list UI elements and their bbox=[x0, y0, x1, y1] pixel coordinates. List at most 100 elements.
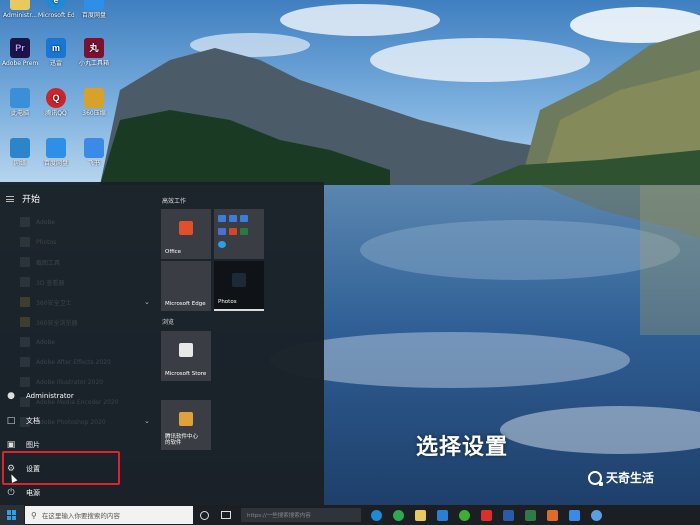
list-item[interactable]: Adobe bbox=[20, 332, 130, 352]
desktop-icon-baidu-netdisk-2[interactable]: 百度网盘 bbox=[38, 138, 74, 167]
desktop-icon-baidu-netdisk[interactable]: 百度网盘 bbox=[76, 0, 112, 19]
desktop-icon-this-pc[interactable]: 此电脑 bbox=[2, 88, 38, 117]
tile-tencent-app[interactable]: 腾讯软件中心 的软件 bbox=[161, 400, 211, 450]
edge-icon: e bbox=[46, 0, 66, 10]
taskbar-app-wps[interactable] bbox=[475, 505, 497, 525]
office-icon bbox=[179, 221, 193, 235]
start-menu-left-panel: 开始 Adobe Photos 截图工具 3D 查看器 360安全卫士 360安… bbox=[0, 182, 150, 505]
tutorial-caption: 选择设置 bbox=[416, 435, 509, 460]
taskbar-app-word[interactable] bbox=[497, 505, 519, 525]
network-icon bbox=[10, 138, 30, 158]
user-account-button[interactable]: ● Administrator bbox=[6, 387, 120, 405]
app-icon bbox=[546, 509, 558, 521]
list-item[interactable]: 360安全卫士 bbox=[20, 292, 130, 312]
app-icon bbox=[179, 412, 193, 426]
app-icon bbox=[568, 509, 580, 521]
hamburger-menu-icon[interactable] bbox=[6, 195, 14, 202]
app-icon bbox=[240, 228, 248, 235]
app-icon bbox=[229, 215, 237, 222]
folder-icon bbox=[20, 317, 30, 327]
app-icon bbox=[20, 377, 30, 387]
taskbar-app-store[interactable] bbox=[431, 505, 453, 525]
excel-icon bbox=[524, 509, 536, 521]
app-icon bbox=[229, 228, 237, 235]
list-item[interactable]: 360安全浏览器 bbox=[20, 312, 130, 332]
edge-icon bbox=[370, 509, 382, 521]
start-button[interactable] bbox=[0, 505, 24, 525]
picture-icon: ▣ bbox=[6, 440, 16, 450]
desktop-icon-qq[interactable]: Q 腾讯QQ bbox=[38, 88, 74, 117]
tile-office[interactable]: Office bbox=[161, 209, 211, 259]
desktop-icon-edge[interactable]: e Microsoft Edge bbox=[38, 0, 74, 19]
document-icon: □ bbox=[6, 416, 16, 426]
list-item[interactable]: 3D 查看器 bbox=[20, 272, 130, 292]
wechat-icon bbox=[458, 509, 470, 521]
windows-logo-icon bbox=[7, 510, 17, 520]
computer-icon bbox=[10, 88, 30, 108]
start-menu-title: 开始 bbox=[22, 195, 41, 205]
cortana-button[interactable] bbox=[193, 505, 215, 525]
taskbar-app-excel[interactable] bbox=[519, 505, 541, 525]
taskbar-search-box[interactable]: ⚲ 在这里输入你要搜索的内容 bbox=[25, 506, 193, 524]
desktop-icon-360zip[interactable]: 360压缩 bbox=[76, 88, 112, 117]
taskbar-app-wechat[interactable] bbox=[453, 505, 475, 525]
app-icon bbox=[218, 228, 226, 235]
settings-highlight-box bbox=[2, 451, 120, 485]
app-icon bbox=[20, 237, 30, 247]
chevron-down-icon[interactable]: ⌄ bbox=[144, 298, 150, 306]
task-view-button[interactable] bbox=[215, 505, 237, 525]
cloud-drive-icon bbox=[46, 138, 66, 158]
desktop-icon-network[interactable]: 网络 bbox=[2, 138, 38, 167]
store-icon bbox=[436, 509, 448, 521]
address-search-box[interactable]: https://一些搜索搜索内容 bbox=[241, 508, 361, 522]
taskbar-app-file-explorer[interactable] bbox=[409, 505, 431, 525]
app-icon bbox=[20, 337, 30, 347]
cloud-drive-icon bbox=[84, 0, 104, 10]
power-button[interactable]: ⏻ 电源 bbox=[6, 484, 120, 502]
app-icon bbox=[20, 257, 30, 267]
paper-plane-icon bbox=[84, 138, 104, 158]
photos-icon bbox=[232, 273, 246, 287]
folder-icon bbox=[414, 509, 426, 521]
browser-icon bbox=[392, 509, 404, 521]
watermark: 天奇生活 bbox=[588, 469, 654, 486]
list-item[interactable]: Adobe After Effects 2020 bbox=[20, 352, 130, 372]
desktop-icon-xunlei[interactable]: m 迅雷 bbox=[38, 38, 74, 67]
xunlei-icon: m bbox=[46, 38, 66, 58]
desktop-icon-administrator[interactable]: Administr... bbox=[2, 0, 38, 19]
skype-icon bbox=[218, 241, 226, 248]
tile-microsoft-store[interactable]: Microsoft Store bbox=[161, 331, 211, 381]
documents-button[interactable]: □ 文档 bbox=[6, 412, 120, 430]
taskbar-app-generic[interactable] bbox=[585, 505, 607, 525]
desktop-icon-premiere[interactable]: Pr Adobe Premie... bbox=[2, 38, 38, 67]
taskbar-app-edge[interactable] bbox=[365, 505, 387, 525]
list-item[interactable]: Adobe bbox=[20, 212, 130, 232]
cortana-icon bbox=[199, 510, 209, 520]
desktop-icon-xiaowan[interactable]: 丸 小丸工具箱 bbox=[76, 38, 112, 67]
power-icon: ⏻ bbox=[7, 488, 15, 498]
tile-photos[interactable]: Photos bbox=[214, 261, 264, 311]
tile-group-title: 浏览 bbox=[162, 319, 175, 326]
tile-app-group[interactable] bbox=[214, 209, 264, 259]
folder-icon bbox=[10, 0, 30, 10]
user-icon: ● bbox=[7, 391, 15, 401]
qq-icon: Q bbox=[46, 88, 66, 108]
desktop-icon-feishu[interactable]: 飞书 bbox=[76, 138, 112, 167]
app-icon bbox=[590, 509, 602, 521]
taskbar-app-generic[interactable] bbox=[541, 505, 563, 525]
taskbar-app-generic[interactable] bbox=[563, 505, 585, 525]
app-icon bbox=[240, 215, 248, 222]
chevron-down-icon[interactable]: ⌄ bbox=[144, 417, 150, 425]
list-item[interactable]: Photos bbox=[20, 232, 130, 252]
tile-edge[interactable]: Microsoft Edge bbox=[161, 261, 211, 311]
start-menu: 开始 Adobe Photos 截图工具 3D 查看器 360安全卫士 360安… bbox=[0, 182, 324, 505]
tile-group-title: 高效工作 bbox=[162, 198, 187, 205]
wps-icon bbox=[480, 509, 492, 521]
list-item[interactable]: 截图工具 bbox=[20, 252, 130, 272]
word-icon bbox=[502, 509, 514, 521]
start-menu-header: 开始 bbox=[6, 192, 40, 205]
store-icon bbox=[179, 343, 193, 357]
xiaowan-icon: 丸 bbox=[84, 38, 104, 58]
app-icon bbox=[20, 217, 30, 227]
taskbar-app-browser[interactable] bbox=[387, 505, 409, 525]
